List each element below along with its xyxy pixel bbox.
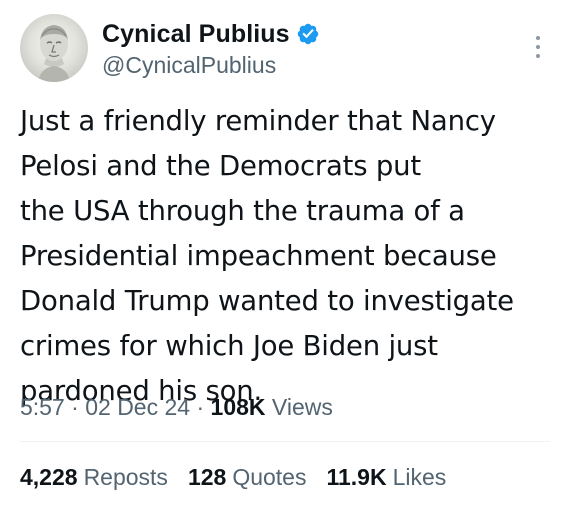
tweet-meta: 5:57 · 02 Dec 24 · 108K Views — [20, 394, 333, 421]
author-display-name[interactable]: Cynical Publius — [102, 20, 290, 49]
divider — [20, 441, 550, 442]
display-name-row: Cynical Publius — [102, 18, 320, 50]
likes-count: 11.9K — [326, 464, 387, 490]
avatar[interactable] — [20, 14, 88, 82]
tweet-text: Just a friendly reminder that Nancy Pelo… — [20, 99, 550, 414]
meta-separator: · — [64, 394, 86, 420]
tweet-text-line: Pelosi and the Democrats put — [20, 150, 421, 182]
views-label: Views — [271, 394, 333, 420]
engagement-stats: 4,228 Reposts 128 Quotes 11.9K Likes — [20, 464, 466, 491]
tweet-text-line: the USA through the trauma of a — [20, 195, 465, 227]
reposts-label: Reposts — [83, 464, 168, 490]
tweet-card[interactable]: Cynical Publius @CynicalPublius Just a f… — [0, 0, 568, 509]
meta-separator: · — [190, 394, 211, 420]
quotes-label: Quotes — [232, 464, 307, 490]
marble-bust-avatar-icon — [38, 25, 70, 82]
more-vertical-icon[interactable] — [534, 36, 542, 62]
views-count: 108K — [210, 394, 266, 420]
tweet-text-line: Presidential impeachment because — [20, 240, 497, 272]
tweet-text-line: crimes for which Joe Biden just — [20, 330, 438, 362]
likes-stat[interactable]: 11.9K Likes — [326, 464, 446, 491]
author-names: Cynical Publius @CynicalPublius — [102, 18, 320, 79]
quotes-count: 128 — [187, 464, 227, 490]
likes-label: Likes — [392, 464, 447, 490]
tweet-header: Cynical Publius @CynicalPublius — [20, 14, 548, 86]
quotes-stat[interactable]: 128 Quotes — [188, 464, 307, 491]
verified-badge-icon — [296, 22, 320, 46]
author-handle[interactable]: @CynicalPublius — [102, 52, 320, 79]
reposts-stat[interactable]: 4,228 Reposts — [20, 464, 168, 491]
tweet-time[interactable]: 5:57 — [20, 394, 65, 420]
tweet-date[interactable]: 02 Dec 24 — [85, 394, 190, 420]
reposts-count: 4,228 — [20, 464, 78, 490]
tweet-text-line: Donald Trump wanted to investigate — [20, 285, 514, 317]
tweet-text-line: Just a friendly reminder that Nancy — [20, 105, 496, 137]
